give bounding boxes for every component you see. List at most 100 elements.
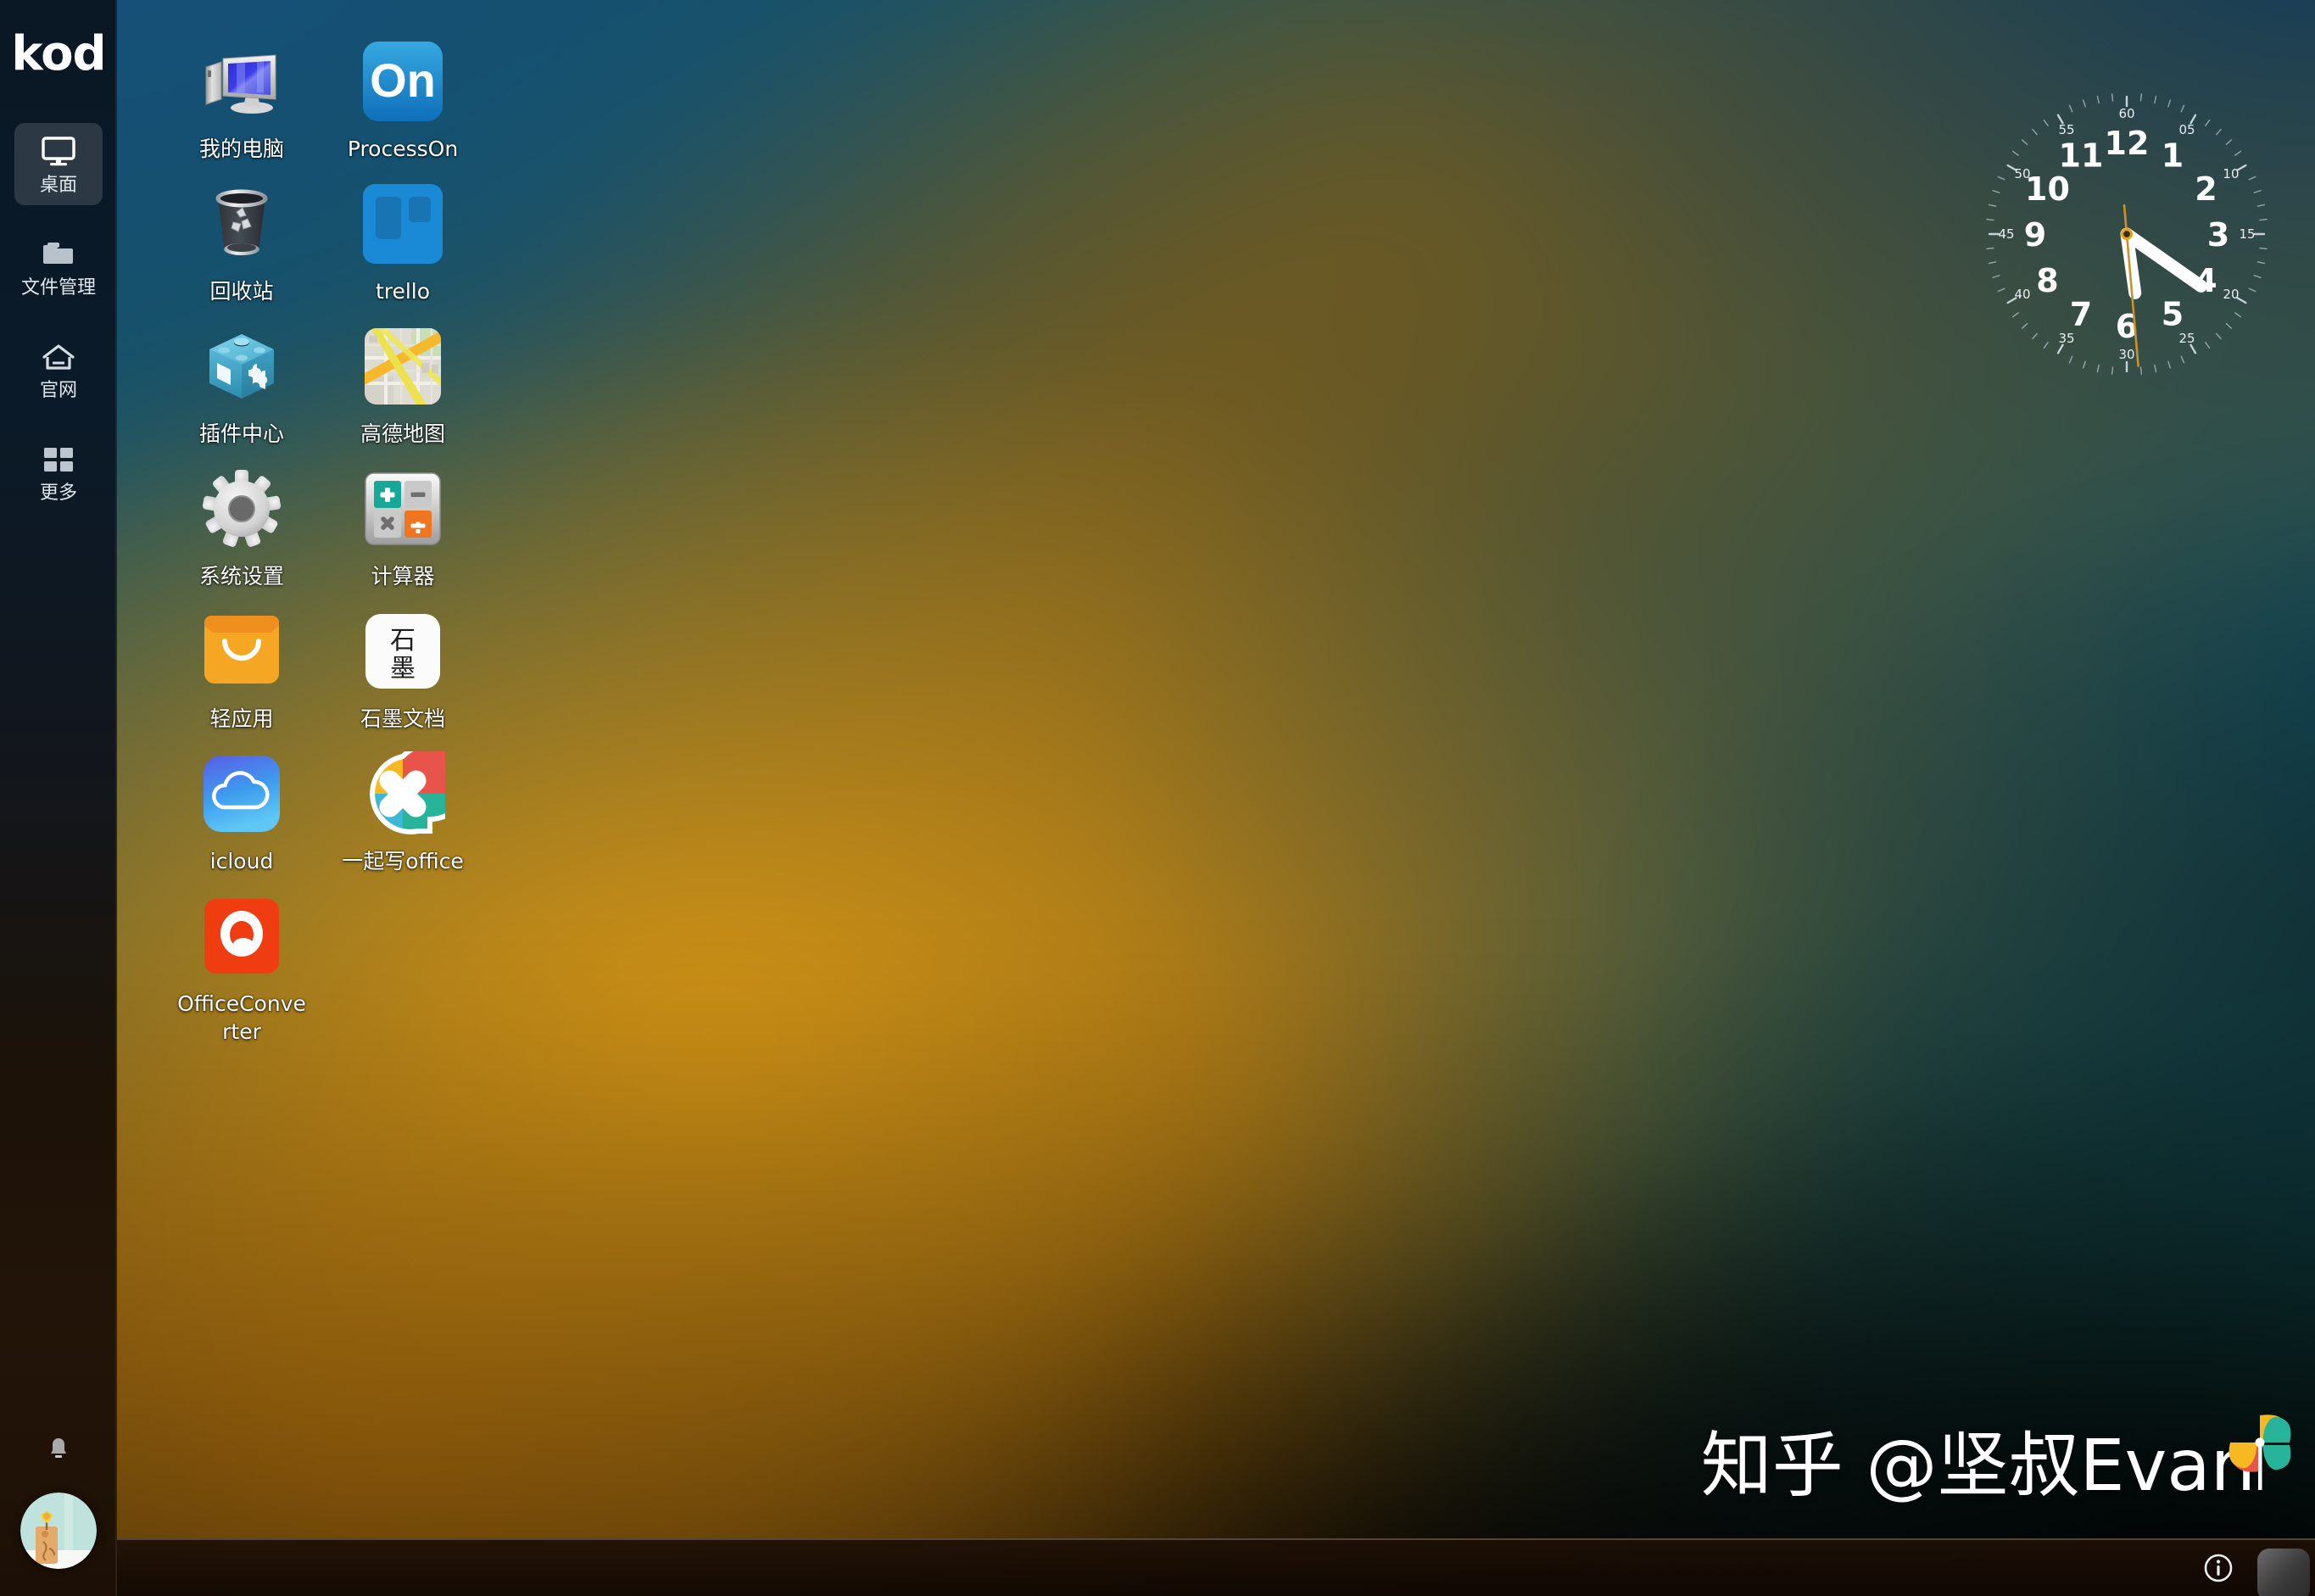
taskbar — [117, 1538, 2315, 1596]
folder-icon — [39, 237, 78, 271]
sidebar-item-label: 更多 — [40, 484, 77, 503]
svg-text:5: 5 — [2162, 296, 2184, 333]
yiqixie-office-icon — [359, 750, 447, 838]
info-circle-icon[interactable] — [2201, 1551, 2235, 1585]
desktop-icon-empty-slot — [322, 880, 483, 1046]
icon-row: 系统设置 计算器 — [161, 453, 483, 595]
sidebar-item-desktop[interactable]: 桌面 — [14, 123, 103, 205]
svg-text:60: 60 — [2118, 106, 2134, 121]
svg-text:20: 20 — [2223, 287, 2239, 302]
grid-icon — [39, 443, 78, 477]
desktop-icon-label: icloud — [174, 848, 310, 876]
amap-icon — [359, 322, 447, 410]
svg-text:9: 9 — [2024, 216, 2046, 254]
desktop-icon-plugin-center[interactable]: 插件中心 — [161, 310, 322, 453]
home-icon — [39, 340, 78, 374]
desktop-icon-amap[interactable]: 高德地图 — [322, 310, 483, 453]
svg-text:On: On — [370, 53, 436, 107]
desktop-icon-shimo-doc[interactable]: 石 墨 石墨文档 — [322, 595, 483, 738]
calculator-icon — [359, 465, 447, 553]
desktop-icon-processon[interactable]: On ProcessOn — [322, 25, 483, 168]
desktop-icon-grid: 我的电脑 On ProcessOn 回收站 trello 插件中心 高德地图 系… — [161, 25, 483, 1046]
sidebar-item-label: 官网 — [40, 382, 77, 400]
svg-text:11: 11 — [2059, 137, 2104, 174]
watermark-text: 知乎 @坚叔Evan — [1701, 1430, 2256, 1501]
svg-text:石: 石 — [390, 626, 416, 656]
desktop-icon-office-converter[interactable]: OfficeConverter — [161, 880, 322, 1046]
processon-icon: On — [359, 37, 447, 126]
settings-gear-icon — [198, 465, 286, 553]
desktop-icon-icloud[interactable]: icloud — [161, 738, 322, 880]
desktop-icon-label: 一起写office — [335, 848, 471, 876]
analog-clock-face: 12 1234567891011 600510152025303540455055 — [1969, 76, 2284, 392]
desktop-icon-system-settings[interactable]: 系统设置 — [161, 453, 322, 595]
desktop-icon-label: ProcessOn — [335, 136, 471, 164]
svg-text:50: 50 — [2014, 166, 2030, 181]
sidebar-item-website[interactable]: 官网 — [14, 328, 103, 410]
sidebar-nav: 桌面 文件管理 官网 更多 — [0, 123, 117, 533]
desktop-icon-recycle-bin[interactable]: 回收站 — [161, 168, 322, 310]
desktop-icon-label: 回收站 — [174, 278, 310, 306]
svg-text:40: 40 — [2014, 287, 2030, 302]
sidebar-item-label: 文件管理 — [21, 279, 96, 298]
svg-text:1: 1 — [2162, 137, 2184, 174]
office-converter-icon — [198, 892, 286, 980]
sidebar-item-file-manager[interactable]: 文件管理 — [14, 226, 103, 308]
svg-text:7: 7 — [2070, 296, 2092, 333]
icon-row: 轻应用 石 墨 石墨文档 — [161, 595, 483, 738]
desktop-icon-label: 我的电脑 — [174, 136, 310, 164]
desktop-icon-yiqixie-office[interactable]: 一起写office — [322, 738, 483, 880]
icloud-icon — [198, 750, 286, 838]
icon-row: OfficeConverter — [161, 880, 483, 1046]
svg-text:35: 35 — [2058, 331, 2074, 346]
sidebar-item-more[interactable]: 更多 — [14, 431, 103, 513]
light-app-store-icon — [198, 607, 286, 695]
desktop-icon-label: 系统设置 — [174, 563, 310, 591]
svg-text:55: 55 — [2058, 122, 2074, 137]
svg-text:10: 10 — [2223, 166, 2239, 181]
svg-text:墨: 墨 — [390, 654, 416, 684]
shimo-doc-icon: 石 墨 — [359, 607, 447, 695]
sidebar-item-label: 桌面 — [40, 176, 77, 195]
monitor-icon — [39, 135, 78, 169]
svg-text:45: 45 — [1998, 226, 2014, 242]
recycle-bin-icon — [198, 180, 286, 268]
desktop-icon-label: 轻应用 — [174, 706, 310, 734]
trello-icon — [359, 180, 447, 268]
plugin-center-icon — [198, 322, 286, 410]
svg-text:8: 8 — [2036, 262, 2058, 299]
bell-icon — [45, 1436, 72, 1467]
desktop-icon-label: 高德地图 — [335, 421, 471, 449]
svg-text:25: 25 — [2178, 331, 2195, 346]
user-avatar — [20, 1493, 97, 1569]
desktop-icon-calculator[interactable]: 计算器 — [322, 453, 483, 595]
svg-text:05: 05 — [2178, 122, 2195, 137]
clock-widget: 12 1 2 3 4 5 6 7 8 9 10 11 60 05 10 15 20 25 30 35 40 45 50 55 — [1969, 76, 2284, 392]
icon-row: 我的电脑 On ProcessOn — [161, 25, 483, 168]
desktop-icon-label: 石墨文档 — [335, 706, 471, 734]
svg-text:2: 2 — [2195, 170, 2217, 208]
pinwheel-logo — [2222, 1407, 2298, 1496]
my-computer-icon — [198, 37, 286, 126]
desktop-icon-my-computer[interactable]: 我的电脑 — [161, 25, 322, 168]
desktop-root: kod 桌面 文件管理 官网 更多 我的电脑 On ProcessOn 回收站 … — [0, 0, 2315, 1596]
desktop-icon-label: 计算器 — [335, 563, 471, 591]
avatar[interactable] — [20, 1493, 97, 1569]
desktop-icon-label: 插件中心 — [174, 421, 310, 449]
svg-text:12: 12 — [2105, 125, 2150, 162]
icon-row: 回收站 trello — [161, 168, 483, 310]
sidebar: kod 桌面 文件管理 官网 更多 — [0, 0, 117, 1596]
desktop-icon-label: trello — [335, 278, 471, 306]
kod-logo[interactable]: kod — [0, 24, 117, 85]
notification-bell-button[interactable] — [0, 1436, 117, 1467]
icon-row: 插件中心 高德地图 — [161, 310, 483, 453]
svg-text:3: 3 — [2207, 216, 2229, 254]
desktop-icon-light-app[interactable]: 轻应用 — [161, 595, 322, 738]
icon-row: icloud 一起写office — [161, 738, 483, 880]
desktop-icon-trello[interactable]: trello — [322, 168, 483, 310]
desktop-icon-label: OfficeConverter — [174, 991, 310, 1046]
svg-text:10: 10 — [2025, 170, 2070, 208]
svg-text:30: 30 — [2118, 347, 2134, 362]
svg-text:15: 15 — [2239, 226, 2255, 242]
corner-button[interactable] — [2257, 1549, 2310, 1596]
